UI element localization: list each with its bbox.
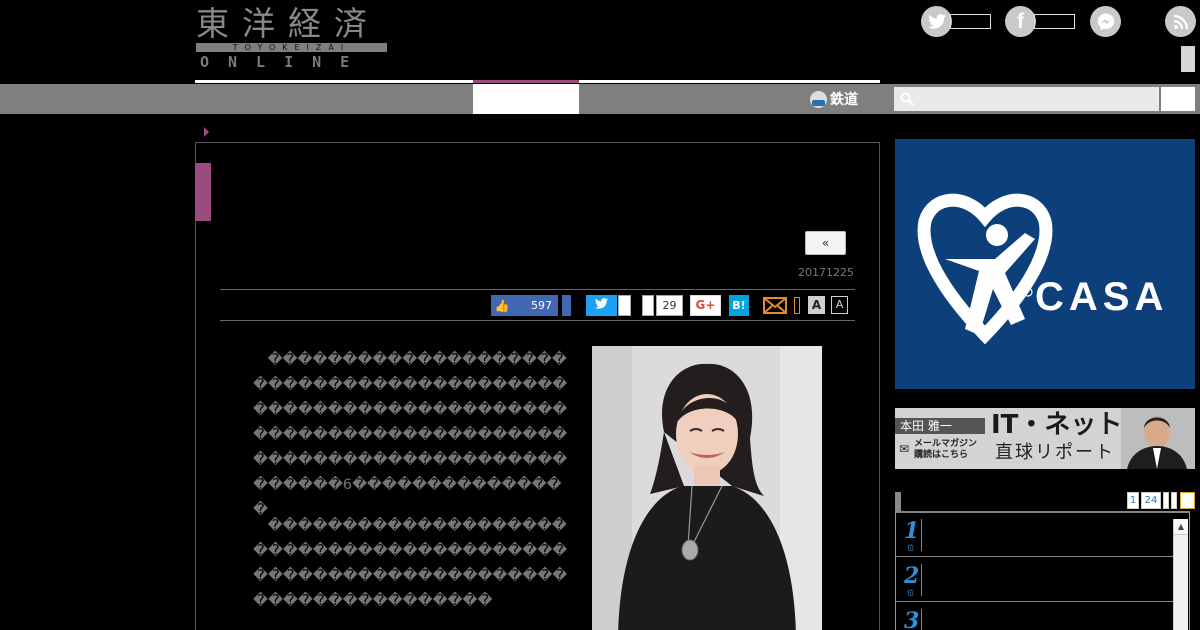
search-input[interactable] — [894, 87, 1159, 111]
ranking-tab-24[interactable]: 24 — [1141, 492, 1161, 509]
font-size-small-button[interactable]: A — [831, 296, 848, 314]
breadcrumb-arrow-icon — [204, 127, 209, 137]
rank-number: 1 — [904, 518, 920, 544]
google-plus-button[interactable]: G+ — [690, 295, 721, 316]
logo-kanji: 東洋経済 — [196, 4, 380, 43]
rank-suffix: 位 — [907, 544, 914, 552]
twitter-icon — [595, 298, 608, 309]
title-accent-bar — [195, 163, 211, 221]
like-count: 597 — [531, 299, 552, 312]
logo-sub: ONLINE — [200, 53, 369, 71]
casa-ad-banner[interactable]: CASA — [895, 139, 1195, 389]
honda-subtitle: 直球リポート — [995, 442, 1115, 463]
nav-item-tetsudo[interactable]: 鉄道 — [810, 88, 858, 110]
nav-item-tetsudo-label: 鉄道 — [830, 92, 858, 108]
mail-icon: ✉ — [899, 442, 910, 456]
rank-separator — [921, 519, 922, 551]
facebook-share-button[interactable] — [562, 295, 571, 316]
rank-number: 3 — [904, 608, 920, 630]
twitter-follow[interactable] — [921, 6, 991, 37]
rank-suffix: 位 — [907, 589, 914, 597]
paragraph-1-number: 6 — [342, 476, 353, 493]
thumbs-up-icon: 👍 — [494, 298, 510, 313]
pocket-button[interactable] — [642, 295, 654, 316]
author-portrait — [592, 346, 822, 630]
ranking-list: 1 位 2 位 3 — [895, 511, 1190, 630]
search-button[interactable] — [1161, 87, 1195, 111]
rank-separator — [921, 564, 922, 596]
font-size-large-button[interactable]: A — [808, 296, 825, 314]
honda-mail-line1: メールマガジン — [914, 439, 978, 449]
tweet-count — [618, 295, 631, 316]
messenger-icon[interactable] — [1090, 6, 1121, 37]
honda-author-name: 本田 雅一 — [895, 418, 985, 434]
ranking-tab-1[interactable]: 1 — [1127, 492, 1139, 509]
search-icon — [900, 92, 914, 106]
facebook-follow[interactable]: f — [1005, 6, 1075, 37]
ranking-header-accent — [895, 492, 901, 511]
ranking-item[interactable]: 3 — [896, 603, 1174, 630]
print-button[interactable] — [794, 297, 800, 314]
ranking-header: 1 24 — [895, 492, 1195, 511]
honda-title: IT・ネット — [991, 410, 1123, 440]
article-paragraph-1: ����������������������������������������… — [253, 351, 568, 518]
ranking-tab-4[interactable] — [1171, 492, 1177, 509]
nav-active-accent — [473, 80, 579, 83]
logo-band: TOYOKEIZAI — [196, 43, 387, 52]
facebook-counter — [1034, 14, 1075, 29]
prev-page-button[interactable]: « — [805, 231, 846, 255]
pocket-count: 29 — [656, 295, 683, 316]
facebook-like-button[interactable]: 👍 597 — [491, 295, 558, 316]
paragraph-2-text: ����������������������������������������… — [253, 517, 568, 609]
messenger-follow[interactable] — [1090, 6, 1121, 37]
ranking-tab-5[interactable] — [1180, 492, 1195, 509]
train-icon — [810, 90, 827, 108]
rss-icon[interactable] — [1165, 6, 1196, 37]
paragraph-1-text: ����������������������������������������… — [253, 351, 568, 493]
mail-icon[interactable] — [763, 297, 787, 314]
share-bar-top-divider — [220, 289, 855, 290]
rank-separator — [921, 609, 922, 630]
scroll-up-arrow-icon[interactable]: ▲ — [1174, 519, 1188, 535]
rss-link[interactable] — [1165, 6, 1196, 37]
article-paragraph-2: ����������������������������������������… — [253, 513, 576, 613]
honda-mail-line2: 購読はこちら — [914, 450, 969, 460]
honda-portrait — [1121, 408, 1195, 469]
nav-item-active[interactable] — [473, 84, 579, 114]
rank-number: 2 — [904, 563, 920, 589]
header-side-tab[interactable] — [1181, 46, 1195, 72]
share-bar-bottom-divider — [220, 320, 855, 321]
ranking-item[interactable]: 2 位 — [896, 558, 1174, 602]
twitter-icon[interactable] — [921, 6, 952, 37]
ranking-item[interactable]: 1 位 — [896, 513, 1174, 557]
casa-ad-text: CASA — [1035, 275, 1169, 319]
ranking-scrollbar[interactable]: ▲ — [1173, 519, 1188, 630]
ranking-tab-3[interactable] — [1163, 492, 1169, 509]
article-date: 20171225 — [798, 266, 854, 279]
tweet-button[interactable] — [586, 295, 617, 316]
casa-logo-icon — [917, 193, 1053, 345]
facebook-icon[interactable]: f — [1005, 6, 1036, 37]
hatena-bookmark-button[interactable]: B! — [729, 295, 749, 316]
site-logo[interactable]: 東洋経済 TOYOKEIZAI ONLINE — [196, 6, 388, 72]
honda-mail-label: メールマガジン 購読はこちら — [914, 439, 977, 461]
honda-newsletter-banner[interactable]: 本田 雅一 ✉ メールマガジン 購読はこちら IT・ネット 直球リポート — [895, 408, 1195, 469]
twitter-counter — [950, 14, 991, 29]
